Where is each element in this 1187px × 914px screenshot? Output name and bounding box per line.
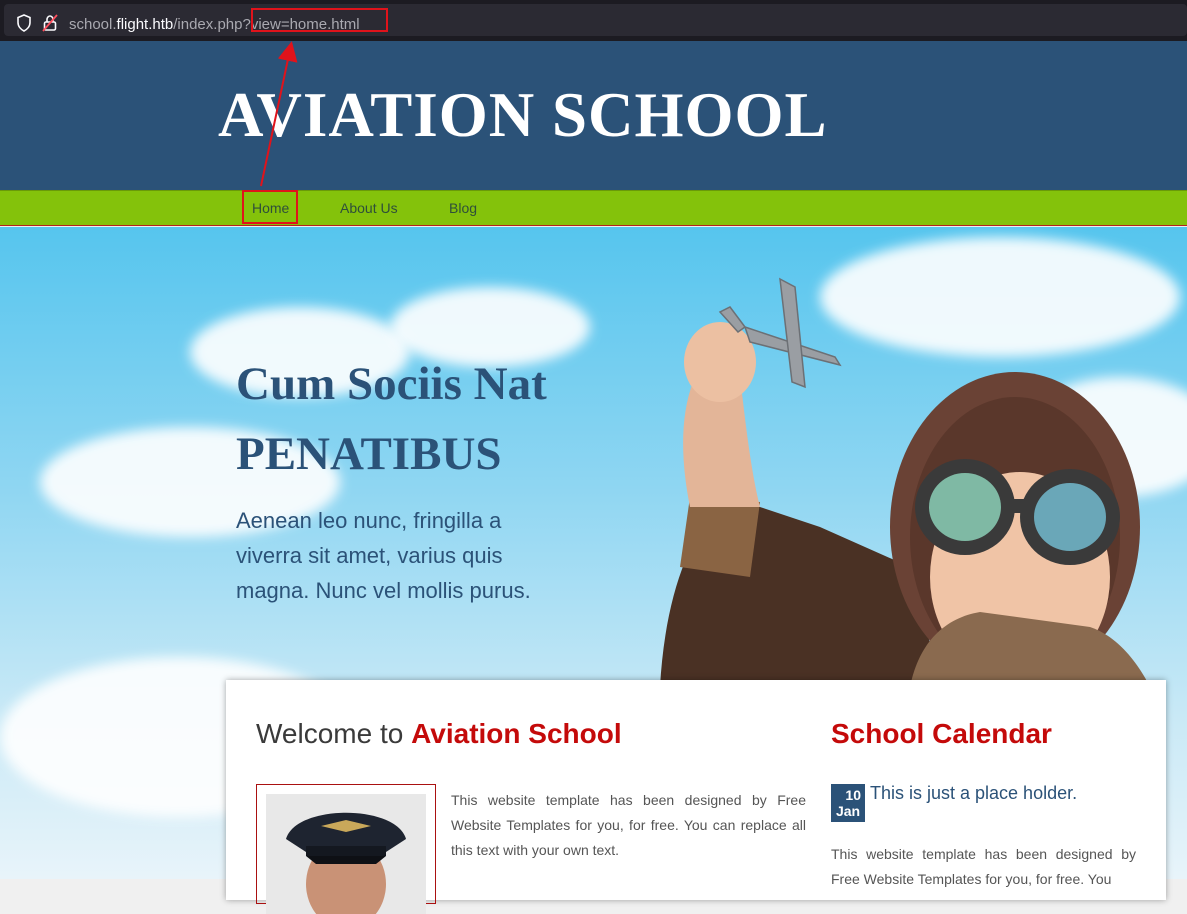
site-title[interactable]: AVIATION SCHOOL [218, 79, 828, 152]
url-field[interactable]: school.flight.htb/index.php?view=home.ht… [4, 4, 1187, 36]
hero-text: Aenean leo nunc, fringilla a viverra sit… [236, 508, 531, 603]
main-content-card: Welcome to Aviation School This website … [226, 680, 1166, 914]
browser-toolbar: school.flight.htb/index.php?view=home.ht… [0, 0, 1187, 41]
url-query-highlight-box [251, 8, 388, 32]
welcome-prefix: Welcome to [256, 718, 412, 749]
calendar-item-text: This website template has been designed … [831, 846, 1136, 887]
pilot-photo-frame [256, 784, 436, 914]
url-host: flight.htb [116, 16, 174, 33]
nav-item-about-us[interactable]: About Us [340, 200, 398, 216]
hero-title-line1: Cum Sociis Nat [236, 358, 547, 410]
calendar-date-badge: 10 Jan [831, 784, 865, 822]
boy-aviator-image [660, 277, 1150, 687]
main-nav: Home About Us Blog [0, 190, 1187, 226]
calendar-item-title[interactable]: This is just a place holder. [870, 783, 1077, 804]
hero-title-line2: PENATIBUS [236, 428, 502, 480]
url-path: /index.php [173, 16, 243, 33]
url-prefix: school. [69, 16, 117, 33]
calendar-date-day: 10 [845, 787, 861, 803]
site-header: AVIATION SCHOOL [0, 41, 1187, 190]
calendar-title: School Calendar [831, 718, 1052, 749]
welcome-body-text: This website template has been designed … [451, 792, 806, 858]
welcome-heading: Welcome to Aviation School [256, 718, 622, 750]
pilot-image [266, 794, 426, 914]
insecure-lock-icon[interactable] [42, 14, 58, 32]
nav-item-blog[interactable]: Blog [449, 200, 477, 216]
welcome-brand: Aviation School [411, 718, 622, 749]
shield-icon[interactable] [16, 14, 32, 32]
calendar-date-month: Jan [835, 803, 861, 819]
hero-title: Cum Sociis Nat PENATIBUS [236, 349, 547, 489]
pilot-photo [266, 794, 426, 914]
nav-home-highlight-box [242, 190, 298, 224]
